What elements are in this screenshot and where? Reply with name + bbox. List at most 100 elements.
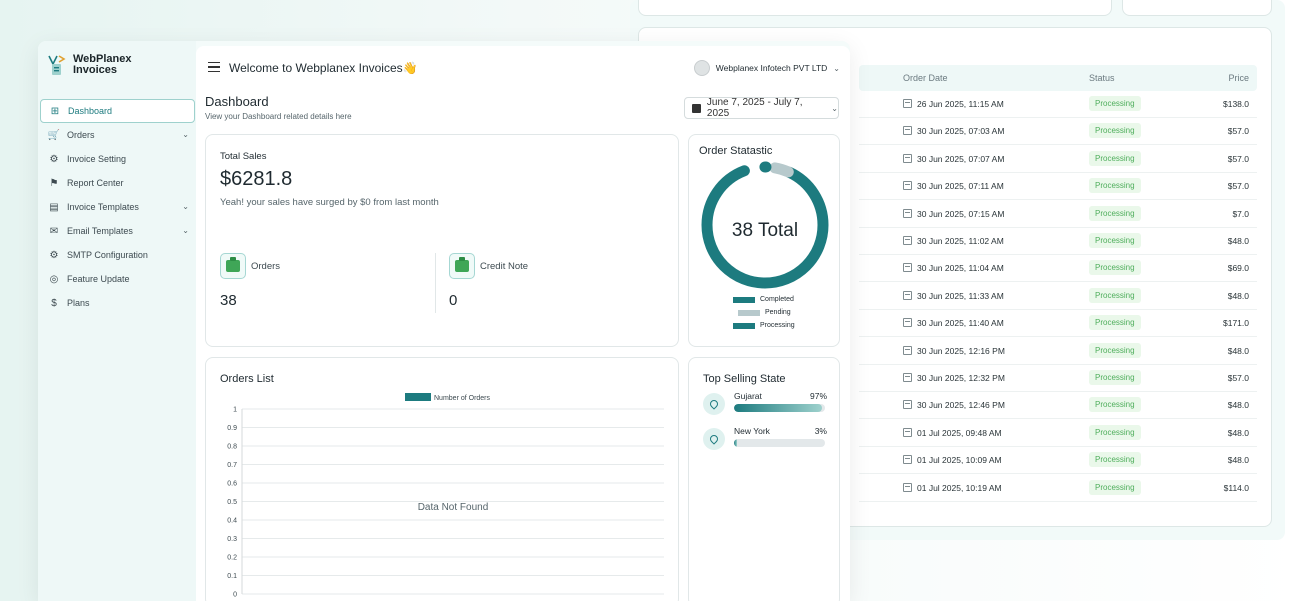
money-icon xyxy=(220,253,246,279)
table-row[interactable]: 01 Jul 2025, 10:09 AM Processing $48.0 xyxy=(859,447,1257,475)
y-tick-label: 0.2 xyxy=(227,555,237,562)
update-icon: ◎ xyxy=(49,273,59,285)
dollar-icon: $ xyxy=(51,297,57,309)
column-status[interactable]: Status xyxy=(1089,73,1115,83)
credit-note-label: Credit Note xyxy=(480,261,529,272)
status-badge: Processing xyxy=(1089,370,1141,385)
sidebar-item-label: Dashboard xyxy=(68,106,113,116)
background-top-card xyxy=(638,0,1112,16)
table-row[interactable]: 01 Jul 2025, 10:19 AM Processing $114.0 xyxy=(859,475,1257,502)
y-tick-label: 0.6 xyxy=(227,481,237,488)
y-tick-label: 0.4 xyxy=(227,518,237,525)
status-badge: Processing xyxy=(1089,205,1141,221)
table-row[interactable]: 01 Jul 2025, 09:48 AM Processing $48.0 xyxy=(859,420,1257,447)
chevron-down-icon: ⌄ xyxy=(833,63,840,73)
chevron-down-icon[interactable]: ⌄ xyxy=(182,226,189,235)
table-row[interactable]: 30 Jun 2025, 11:04 AM Processing $69.0 xyxy=(859,255,1257,283)
chevron-down-icon[interactable]: ⌄ xyxy=(182,202,189,211)
top-selling-title: Top Selling State xyxy=(703,373,786,385)
order-date: 30 Jun 2025, 11:04 AM xyxy=(917,263,1004,274)
status-badge: Processing xyxy=(1089,123,1141,139)
column-price[interactable]: Price xyxy=(1228,73,1249,83)
status-badge: Processing xyxy=(1089,342,1141,358)
brand-line-2: Invoices xyxy=(73,64,118,76)
empty-chart-text: Data Not Found xyxy=(418,502,489,513)
table-row[interactable]: 30 Jun 2025, 11:40 AM Processing $171.0 xyxy=(859,310,1257,338)
order-price: $138.0 xyxy=(1223,99,1249,109)
order-price: $48.0 xyxy=(1227,427,1249,438)
table-row[interactable]: 30 Jun 2025, 11:33 AM Processing $48.0 xyxy=(859,283,1257,310)
table-row[interactable]: 30 Jun 2025, 12:16 PM Processing $48.0 xyxy=(859,338,1257,365)
column-order-date[interactable]: Order Date xyxy=(903,73,948,83)
avatar xyxy=(693,60,710,76)
sidebar-item-smtp-configuration[interactable]: ⚙ SMTP Configuration xyxy=(40,243,195,267)
order-price: $57.0 xyxy=(1227,181,1249,192)
sidebar-item-label: Plans xyxy=(67,298,90,308)
state-row: New York 3% xyxy=(703,426,827,452)
status-badge: Processing xyxy=(1089,150,1141,166)
status-badge: Processing xyxy=(1089,96,1141,111)
total-sales-label: Total Sales xyxy=(220,151,267,162)
mail-settings-icon: ⚙ xyxy=(49,249,59,261)
order-price: $171.0 xyxy=(1223,318,1249,329)
sidebar-item-label: Report Center xyxy=(67,178,124,188)
orders-list-title: Orders List xyxy=(220,373,274,385)
calendar-icon xyxy=(903,427,912,437)
page-subtitle: View your Dashboard related details here xyxy=(205,112,352,121)
state-progress-bar xyxy=(734,404,825,412)
legend-label: Completed xyxy=(760,296,794,303)
sidebar-item-email-templates[interactable]: ✉ Email Templates ⌄ xyxy=(40,219,195,243)
user-name: Webplanex Infotech PVT LTD xyxy=(715,63,828,73)
sidebar-item-invoice-templates[interactable]: ▤ Invoice Templates ⌄ xyxy=(40,195,195,219)
welcome-text: Welcome to Webplanex Invoices👋 xyxy=(229,61,418,75)
table-row[interactable]: 30 Jun 2025, 11:02 AM Processing $48.0 xyxy=(859,228,1257,255)
table-row[interactable]: 26 Jun 2025, 11:15 AM Processing $138.0 xyxy=(859,91,1257,118)
user-menu[interactable]: Webplanex Infotech PVT LTD ⌄ xyxy=(693,59,840,77)
y-tick-label: 0.1 xyxy=(227,573,237,580)
order-statistic-title: Order Statastic xyxy=(699,145,773,157)
date-range-picker[interactable]: June 7, 2025 - July 7, 2025 ⌄ xyxy=(684,97,839,119)
legend-swatch xyxy=(733,297,755,303)
table-row[interactable]: 30 Jun 2025, 07:03 AM Processing $57.0 xyxy=(859,118,1257,146)
sidebar-item-label: Email Templates xyxy=(67,226,133,236)
calendar-icon xyxy=(903,263,912,273)
calendar-icon xyxy=(903,208,912,218)
topbar: Welcome to Webplanex Invoices👋 Webplanex… xyxy=(196,46,850,86)
order-price: $48.0 xyxy=(1227,236,1249,246)
y-tick-label: 0 xyxy=(233,592,237,599)
table-row[interactable]: 30 Jun 2025, 12:32 PM Processing $57.0 xyxy=(859,365,1257,392)
order-donut-chart: 38 Total xyxy=(701,161,829,289)
sidebar-item-feature-update[interactable]: ◎ Feature Update xyxy=(40,267,195,291)
table-row[interactable]: 30 Jun 2025, 07:07 AM Processing $57.0 xyxy=(859,146,1257,173)
calendar-icon xyxy=(903,290,912,300)
order-date: 01 Jul 2025, 10:09 AM xyxy=(917,455,1002,466)
table-row[interactable]: 30 Jun 2025, 07:11 AM Processing $57.0 xyxy=(859,173,1257,201)
date-range-value: June 7, 2025 - July 7, 2025 xyxy=(706,97,803,119)
calendar-icon xyxy=(903,482,912,492)
status-badge: Processing xyxy=(1089,424,1141,440)
calendar-icon xyxy=(903,318,912,328)
order-price: $48.0 xyxy=(1227,455,1249,466)
order-price: $57.0 xyxy=(1227,153,1249,164)
order-date: 01 Jul 2025, 09:48 AM xyxy=(917,427,1002,438)
status-badge: Processing xyxy=(1089,178,1141,194)
sidebar-item-invoice-setting[interactable]: ⚙ Invoice Setting xyxy=(40,147,195,171)
table-row[interactable]: 30 Jun 2025, 07:15 AM Processing $7.0 xyxy=(859,201,1257,228)
sidebar-item-plans[interactable]: $ Plans xyxy=(40,291,195,315)
menu-icon[interactable] xyxy=(208,62,220,72)
sidebar-item-report-center[interactable]: ⚑ Report Center xyxy=(40,171,195,195)
order-date: 30 Jun 2025, 12:16 PM xyxy=(917,345,1005,356)
top-selling-card: Top Selling State Gujarat 97% New York 3% xyxy=(688,357,840,601)
chart-legend-swatch[interactable] xyxy=(405,393,431,401)
chevron-down-icon[interactable]: ⌄ xyxy=(182,130,189,139)
order-price: $7.0 xyxy=(1232,208,1249,219)
orders-value: 38 xyxy=(220,292,237,309)
table-row[interactable]: 30 Jun 2025, 12:46 PM Processing $48.0 xyxy=(859,392,1257,420)
state-progress-fill xyxy=(734,439,737,447)
sidebar-item-orders[interactable]: 🛒 Orders ⌄ xyxy=(40,123,195,147)
sidebar-item-dashboard[interactable]: ⊞ Dashboard xyxy=(40,99,195,123)
gear-icon: ⚙ xyxy=(49,153,59,165)
order-date: 30 Jun 2025, 11:02 AM xyxy=(917,236,1004,246)
legend-label: Pending xyxy=(765,309,791,316)
calendar-icon xyxy=(903,373,912,382)
